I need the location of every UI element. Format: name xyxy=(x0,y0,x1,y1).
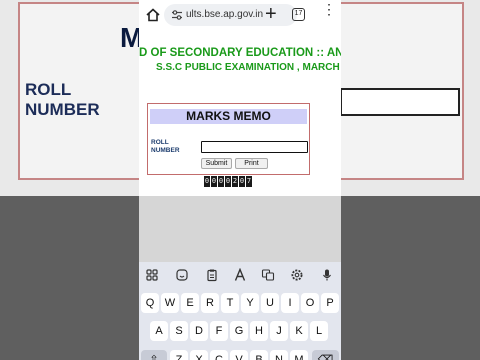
key-m[interactable]: M xyxy=(290,350,308,360)
key-h[interactable]: H xyxy=(250,321,268,341)
counter-digit: 0 xyxy=(239,176,245,187)
keyboard-row-1: Q W E R T Y U I O P xyxy=(139,293,341,313)
key-r[interactable]: R xyxy=(201,293,219,313)
key-y[interactable]: Y xyxy=(241,293,259,313)
key-o[interactable]: O xyxy=(301,293,319,313)
key-d[interactable]: D xyxy=(190,321,208,341)
phone-screen: ults.bse.ap.gov.in + 17 ⋮ D OF SECONDARY… xyxy=(139,0,341,360)
sticker-icon[interactable] xyxy=(175,268,189,282)
backspace-key[interactable]: ⌫ xyxy=(312,350,339,360)
new-tab-button[interactable]: + xyxy=(265,4,277,24)
key-i[interactable]: I xyxy=(281,293,299,313)
key-v[interactable]: V xyxy=(230,350,248,360)
key-c[interactable]: C xyxy=(210,350,228,360)
backdrop-left: M ROLL NUMBER xyxy=(0,0,139,360)
clipboard-icon[interactable] xyxy=(205,268,219,282)
print-button[interactable]: Print xyxy=(235,158,268,169)
key-s[interactable]: S xyxy=(170,321,188,341)
counter-digit: 0 xyxy=(225,176,231,187)
tab-switcher-button[interactable]: 17 xyxy=(292,8,305,21)
backdrop-roll-label: ROLL NUMBER xyxy=(25,80,125,120)
keyboard-row-2: A S D F G H J K L xyxy=(139,321,341,341)
memo-title: MARKS MEMO xyxy=(150,109,307,124)
backdrop-input xyxy=(340,88,460,116)
key-u[interactable]: U xyxy=(261,293,279,313)
backdrop-dark-band-right xyxy=(340,196,480,360)
page-header-line2: S.S.C PUBLIC EXAMINATION , MARCH - xyxy=(156,62,341,73)
key-z[interactable]: Z xyxy=(170,350,188,360)
counter-digit: 0 xyxy=(204,176,210,187)
key-t[interactable]: T xyxy=(221,293,239,313)
backdrop-roll-line2: NUMBER xyxy=(25,100,100,119)
roll-label-line1: ROLL xyxy=(151,139,169,146)
visitor-counter: 0 0 0 0 2 0 7 xyxy=(204,176,252,187)
home-icon[interactable] xyxy=(145,7,161,23)
key-b[interactable]: B xyxy=(250,350,268,360)
submit-button[interactable]: Submit xyxy=(201,158,232,169)
settings-icon[interactable] xyxy=(290,268,304,282)
translate-icon[interactable] xyxy=(261,268,275,282)
counter-digit: 0 xyxy=(211,176,217,187)
key-l[interactable]: L xyxy=(310,321,328,341)
url-text: ults.bse.ap.gov.in xyxy=(186,9,264,20)
site-settings-icon[interactable] xyxy=(171,9,183,21)
key-j[interactable]: J xyxy=(270,321,288,341)
keyboard-row-3: ⇧ Z X C V B N M ⌫ xyxy=(139,350,341,360)
backdrop-title-fragment: M xyxy=(120,22,139,53)
shift-key[interactable]: ⇧ xyxy=(141,350,167,360)
keyboard-toolbar xyxy=(139,266,341,284)
counter-digit: 7 xyxy=(246,176,252,187)
backdrop-right xyxy=(340,0,480,360)
menu-icon[interactable]: ⋮ xyxy=(322,2,336,16)
text-style-icon[interactable] xyxy=(233,268,247,282)
key-k[interactable]: K xyxy=(290,321,308,341)
counter-digit: 2 xyxy=(232,176,238,187)
key-w[interactable]: W xyxy=(161,293,179,313)
roll-number-input[interactable] xyxy=(201,141,308,153)
counter-digit: 0 xyxy=(218,176,224,187)
key-a[interactable]: A xyxy=(150,321,168,341)
page-header-line1: D OF SECONDARY EDUCATION :: ANDH xyxy=(139,47,341,59)
on-screen-keyboard: Q W E R T Y U I O P A S D F G H J K L ⇧ … xyxy=(139,262,341,360)
key-g[interactable]: G xyxy=(230,321,248,341)
backdrop-roll-line1: ROLL xyxy=(25,80,72,99)
key-f[interactable]: F xyxy=(210,321,228,341)
browser-toolbar: ults.bse.ap.gov.in + 17 ⋮ xyxy=(139,0,341,30)
key-e[interactable]: E xyxy=(181,293,199,313)
key-n[interactable]: N xyxy=(270,350,288,360)
address-bar[interactable]: ults.bse.ap.gov.in xyxy=(164,4,297,26)
key-p[interactable]: P xyxy=(321,293,339,313)
key-q[interactable]: Q xyxy=(141,293,159,313)
key-x[interactable]: X xyxy=(190,350,208,360)
backdrop-dark-band xyxy=(0,196,139,360)
marks-memo-form: MARKS MEMO ROLL NUMBER Submit Print xyxy=(147,103,310,175)
microphone-icon[interactable] xyxy=(320,268,334,282)
grid-icon[interactable] xyxy=(145,268,159,282)
page-blank-area xyxy=(139,196,341,262)
roll-number-label: ROLL NUMBER xyxy=(151,139,191,155)
roll-label-line2: NUMBER xyxy=(151,147,180,154)
